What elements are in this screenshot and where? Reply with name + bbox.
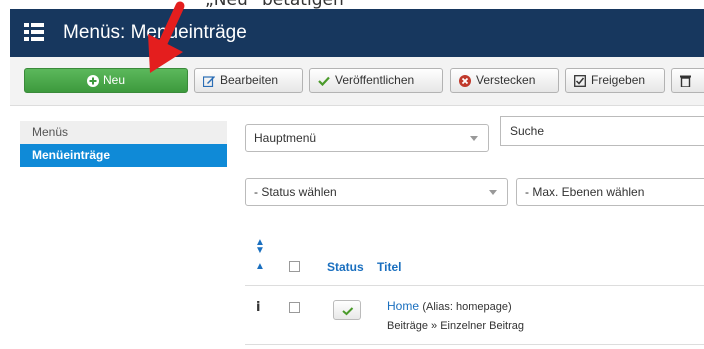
- plus-circle-icon: [86, 74, 99, 87]
- page-header: Menüs: Menüeinträge: [10, 9, 704, 57]
- menu-item-alias: (Alias: homepage): [422, 301, 512, 313]
- table-divider: [245, 344, 704, 345]
- menu-item-type: Beiträge » Einzelner Beitrag: [387, 320, 524, 332]
- chevron-down-icon: [470, 136, 478, 141]
- max-levels-select[interactable]: - Max. Ebenen wählen: [516, 178, 704, 206]
- published-toggle[interactable]: [333, 300, 361, 320]
- page-title: Menüs: Menüeinträge: [63, 22, 247, 43]
- menu-select[interactable]: Hauptmenü: [245, 124, 489, 152]
- row-title: Home (Alias: homepage): [387, 299, 512, 313]
- status-select[interactable]: - Status wählen: [245, 178, 508, 206]
- checkin-button[interactable]: Freigeben: [565, 68, 665, 93]
- new-button-label: Neu: [102, 73, 125, 87]
- trash-button[interactable]: [671, 68, 704, 93]
- sidebar: Menüs Menüeinträge: [20, 121, 227, 167]
- table-divider: [245, 285, 704, 286]
- search-input[interactable]: Suche: [500, 116, 704, 146]
- sort-ordering-icon[interactable]: ▲ ▼ ▲: [255, 238, 265, 272]
- column-header-status[interactable]: Status: [327, 260, 364, 274]
- checkbox-icon: [574, 74, 586, 87]
- status-select-value: - Status wählen: [254, 185, 337, 199]
- trash-icon: [680, 75, 691, 87]
- unpublish-button[interactable]: Verstecken: [450, 68, 559, 93]
- checkmark-icon: [342, 307, 354, 316]
- chevron-down-icon: [489, 190, 497, 195]
- edit-button[interactable]: Bearbeiten: [194, 68, 303, 93]
- toolbar: Neu Bearbeiten Veröffentlichen Verstecke…: [10, 57, 704, 106]
- circle-x-icon: [459, 74, 471, 87]
- column-header-title[interactable]: Titel: [377, 260, 401, 274]
- max-levels-select-value: - Max. Ebenen wählen: [525, 185, 645, 199]
- checkin-button-label: Freigeben: [591, 73, 646, 87]
- sidebar-item-menu-items[interactable]: Menüeinträge: [20, 144, 227, 167]
- sidebar-item-menus[interactable]: Menüs: [20, 121, 227, 144]
- select-all-checkbox[interactable]: [289, 261, 300, 272]
- menu-item-title-link[interactable]: Home: [387, 299, 419, 313]
- edit-icon: [203, 75, 215, 87]
- publish-button-label: Veröffentlichen: [335, 73, 415, 87]
- checkmark-icon: [318, 76, 330, 86]
- instruction-caption: „Neu“ betätigen: [0, 0, 704, 9]
- menu-list-icon: [24, 23, 44, 41]
- row-checkbox[interactable]: [289, 302, 300, 313]
- drag-handle-icon[interactable]: i: [256, 300, 260, 315]
- instruction-caption-text: „Neu“ betätigen: [205, 0, 344, 9]
- new-button[interactable]: Neu: [24, 68, 188, 93]
- menu-select-value: Hauptmenü: [254, 131, 317, 145]
- unpublish-button-label: Verstecken: [476, 73, 536, 87]
- publish-button[interactable]: Veröffentlichen: [309, 68, 443, 93]
- edit-button-label: Bearbeiten: [220, 73, 279, 87]
